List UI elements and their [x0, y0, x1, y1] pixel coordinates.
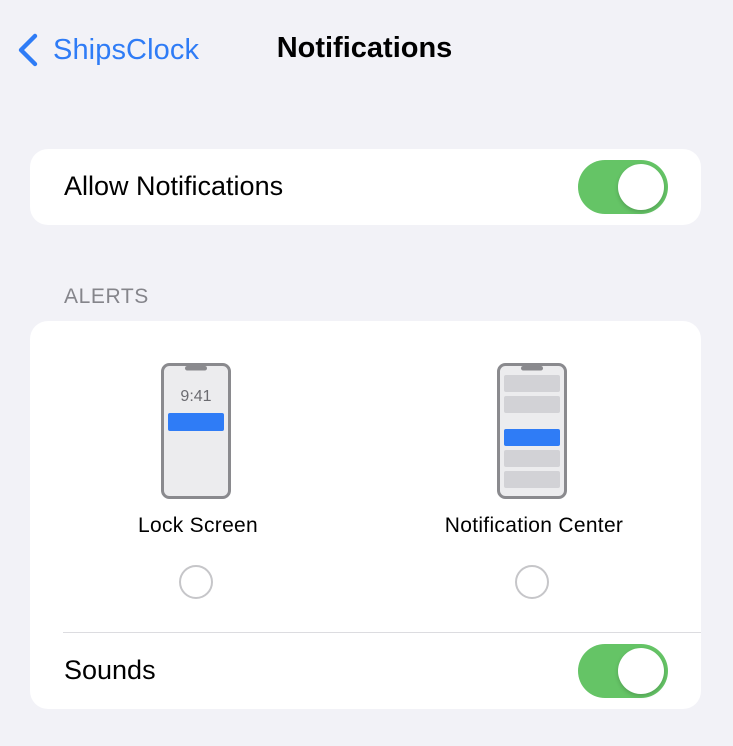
page-title: Notifications — [0, 32, 732, 65]
navigation-bar: ShipsClock Notifications — [0, 0, 733, 100]
notification-center-phone-icon — [497, 363, 567, 499]
toggle-knob — [618, 164, 664, 210]
toggle-knob — [618, 648, 664, 694]
allow-notifications-label: Allow Notifications — [64, 171, 284, 201]
alerts-group: 9:41 Lock Screen Notification Center Sou… — [30, 321, 701, 709]
notification-center-option[interactable]: Notification Center — [366, 321, 702, 621]
sounds-label: Sounds — [64, 655, 156, 685]
allow-notifications-group: Allow Notifications — [30, 149, 701, 225]
allow-notifications-toggle[interactable] — [578, 160, 668, 214]
sounds-toggle[interactable] — [578, 644, 668, 698]
notification-center-label: Notification Center — [444, 514, 624, 537]
divider — [63, 632, 701, 633]
notification-center-radio[interactable] — [515, 565, 549, 599]
alerts-section-header: ALERTS — [64, 285, 149, 308]
lock-screen-label: Lock Screen — [137, 514, 259, 537]
lock-screen-option[interactable]: 9:41 Lock Screen — [30, 321, 366, 621]
page-title-text: Notifications — [276, 32, 453, 64]
lock-screen-phone-icon: 9:41 — [161, 363, 231, 499]
lock-screen-time: 9:41 — [180, 388, 211, 405]
lock-screen-radio[interactable] — [179, 565, 213, 599]
